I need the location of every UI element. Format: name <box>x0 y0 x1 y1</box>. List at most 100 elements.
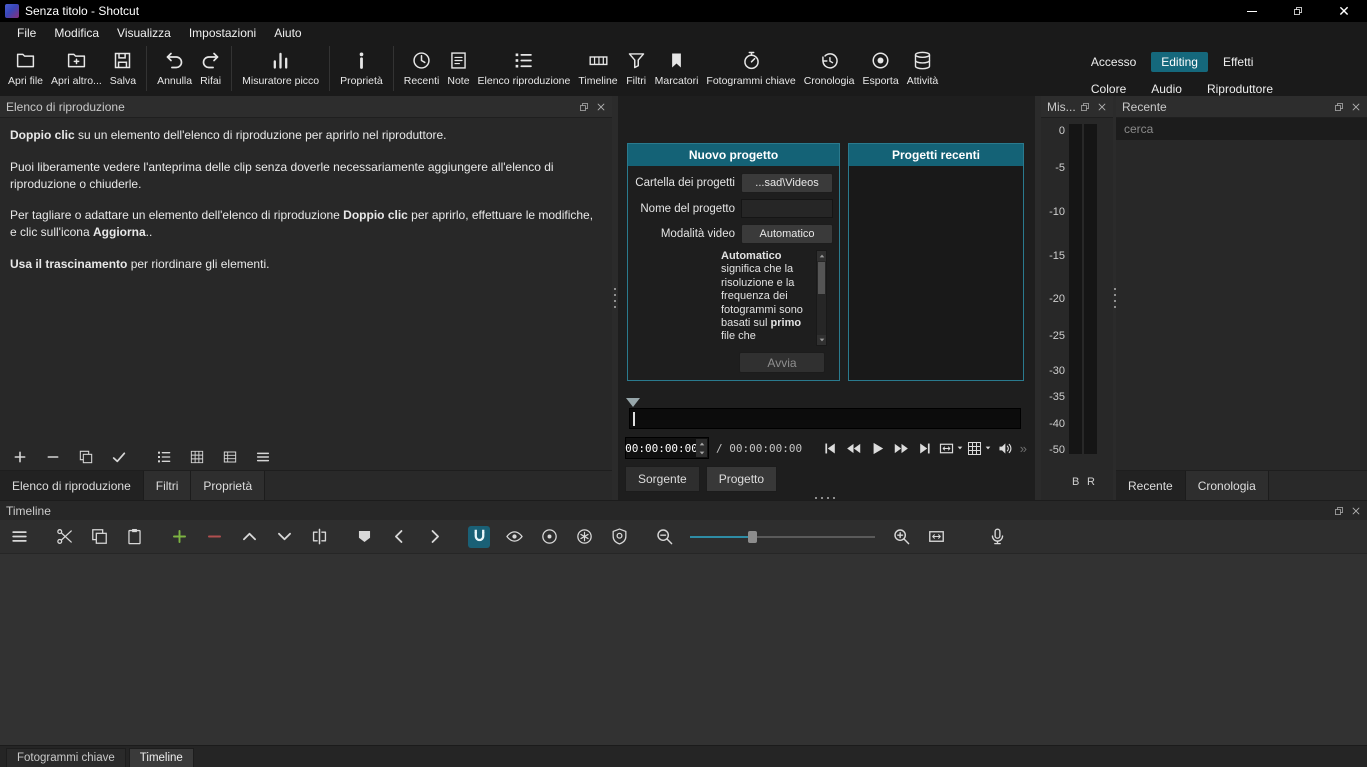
playlist-add-button[interactable] <box>10 447 30 467</box>
playlist-menu-button[interactable] <box>253 447 273 467</box>
zoom-in-button[interactable] <box>890 526 912 548</box>
skip-end-button[interactable] <box>914 437 936 459</box>
projects-folder-button[interactable]: ...sad\Videos <box>741 173 833 193</box>
grid-button[interactable] <box>966 437 992 459</box>
tab-source[interactable]: Sorgente <box>625 466 700 492</box>
playlist-remove-button[interactable] <box>43 447 63 467</box>
close-panel-icon[interactable] <box>1097 102 1107 112</box>
playhead-marker[interactable] <box>626 398 640 407</box>
open-other-button[interactable]: Apri altro... <box>47 46 106 91</box>
menu-visualizza[interactable]: Visualizza <box>108 23 180 43</box>
recent-files-list[interactable] <box>1116 140 1367 470</box>
properties-button[interactable]: Proprietà <box>329 46 387 91</box>
skip-start-button[interactable] <box>818 437 840 459</box>
ripple-button[interactable] <box>538 526 560 548</box>
layout-accesso[interactable]: Accesso <box>1081 52 1146 72</box>
close-button[interactable]: ✕ <box>1321 0 1367 22</box>
notes-button[interactable]: Note <box>443 46 473 91</box>
lift-button[interactable] <box>238 526 260 548</box>
scroll-up-icon[interactable] <box>817 251 826 261</box>
float-panel-icon[interactable] <box>1080 102 1090 112</box>
overwrite-button[interactable] <box>273 526 295 548</box>
playlist-check-button[interactable] <box>109 447 129 467</box>
splitter-right[interactable] <box>1113 96 1116 500</box>
play-button[interactable] <box>866 437 888 459</box>
tab-properties[interactable]: Proprietà <box>191 471 266 500</box>
prev-marker-button[interactable] <box>388 526 410 548</box>
layout-audio[interactable]: Audio <box>1141 79 1192 96</box>
horizontal-splitter-handle[interactable] <box>814 497 839 499</box>
close-panel-icon[interactable] <box>596 102 606 112</box>
layout-effetti[interactable]: Effetti <box>1213 52 1263 72</box>
tab-playlist[interactable]: Elenco di riproduzione <box>0 471 144 500</box>
close-panel-icon[interactable] <box>1351 102 1361 112</box>
scrollbar-thumb[interactable] <box>818 262 825 294</box>
tab-filters[interactable]: Filtri <box>143 471 192 500</box>
zoom-fit-player-button[interactable] <box>938 437 964 459</box>
timeline-menu-button[interactable] <box>8 526 30 548</box>
view-tiles-button[interactable] <box>187 447 207 467</box>
peak-meter-button[interactable]: Misuratore picco <box>231 46 323 91</box>
menu-aiuto[interactable]: Aiuto <box>265 23 310 43</box>
fast-forward-button[interactable] <box>890 437 912 459</box>
slider-handle[interactable] <box>748 530 757 543</box>
history-button[interactable]: Cronologia <box>800 46 859 91</box>
markers-button[interactable]: Marcatori <box>651 46 703 91</box>
next-marker-button[interactable] <box>423 526 445 548</box>
layout-editing[interactable]: Editing <box>1151 52 1208 72</box>
tab-keyframes[interactable]: Fotogrammi chiave <box>6 748 126 767</box>
zoom-fit-button[interactable] <box>925 526 947 548</box>
scrub-while-dragging-button[interactable] <box>503 526 525 548</box>
project-name-input[interactable] <box>741 199 833 218</box>
float-panel-icon[interactable] <box>1334 506 1344 516</box>
filters-button[interactable]: Filtri <box>622 46 651 91</box>
menu-file[interactable]: File <box>8 23 45 43</box>
open-file-button[interactable]: Apri file <box>4 46 47 91</box>
timecode-spinner[interactable] <box>696 439 707 457</box>
timeline-zoom-slider[interactable] <box>690 530 875 544</box>
playlist-update-button[interactable] <box>76 447 96 467</box>
record-audio-button[interactable] <box>986 526 1008 548</box>
layout-riproduttore[interactable]: Riproduttore <box>1197 79 1283 96</box>
keyframes-button[interactable]: Fotogrammi chiave <box>702 46 799 91</box>
recent-button[interactable]: Recenti <box>392 46 444 91</box>
timeline-tracks[interactable] <box>0 554 1367 745</box>
timeline-button[interactable]: Timeline <box>574 46 621 91</box>
view-details-button[interactable] <box>154 447 174 467</box>
save-button[interactable]: Salva <box>106 46 140 91</box>
volume-button[interactable] <box>994 437 1016 459</box>
rewind-button[interactable] <box>842 437 864 459</box>
recent-projects-list[interactable] <box>849 166 1023 380</box>
seek-bar[interactable] <box>629 408 1021 429</box>
snap-button[interactable] <box>468 525 490 548</box>
restore-button[interactable] <box>1275 0 1321 22</box>
split-button[interactable] <box>308 526 330 548</box>
description-scrollbar[interactable] <box>816 250 827 346</box>
start-button[interactable]: Avvia <box>739 352 825 373</box>
view-icons-button[interactable] <box>220 447 240 467</box>
toolbar-overflow-button[interactable]: » <box>1020 441 1029 456</box>
jobs-button[interactable]: Attività <box>903 46 943 91</box>
append-button[interactable] <box>168 526 190 548</box>
ripple-delete-button[interactable] <box>203 526 225 548</box>
tab-recent[interactable]: Recente <box>1116 471 1186 500</box>
menu-modifica[interactable]: Modifica <box>45 23 108 43</box>
float-panel-icon[interactable] <box>579 102 589 112</box>
float-panel-icon[interactable] <box>1334 102 1344 112</box>
cut-button[interactable] <box>53 526 75 548</box>
tab-project[interactable]: Progetto <box>705 466 778 492</box>
minimize-button[interactable] <box>1229 0 1275 22</box>
zoom-out-button[interactable] <box>653 526 675 548</box>
search-input[interactable] <box>1116 118 1367 140</box>
close-panel-icon[interactable] <box>1351 506 1361 516</box>
redo-button[interactable]: Rifai <box>196 46 225 91</box>
paste-button[interactable] <box>123 526 145 548</box>
ripple-all-tracks-button[interactable] <box>573 526 595 548</box>
ripple-markers-button[interactable] <box>608 526 630 548</box>
playlist-button[interactable]: Elenco riproduzione <box>474 46 575 91</box>
menu-impostazioni[interactable]: Impostazioni <box>180 23 265 43</box>
timecode-current[interactable]: 00:00:00:00 <box>625 437 709 459</box>
marker-button[interactable] <box>353 526 375 548</box>
scroll-down-icon[interactable] <box>817 335 826 345</box>
tab-history[interactable]: Cronologia <box>1185 471 1269 500</box>
